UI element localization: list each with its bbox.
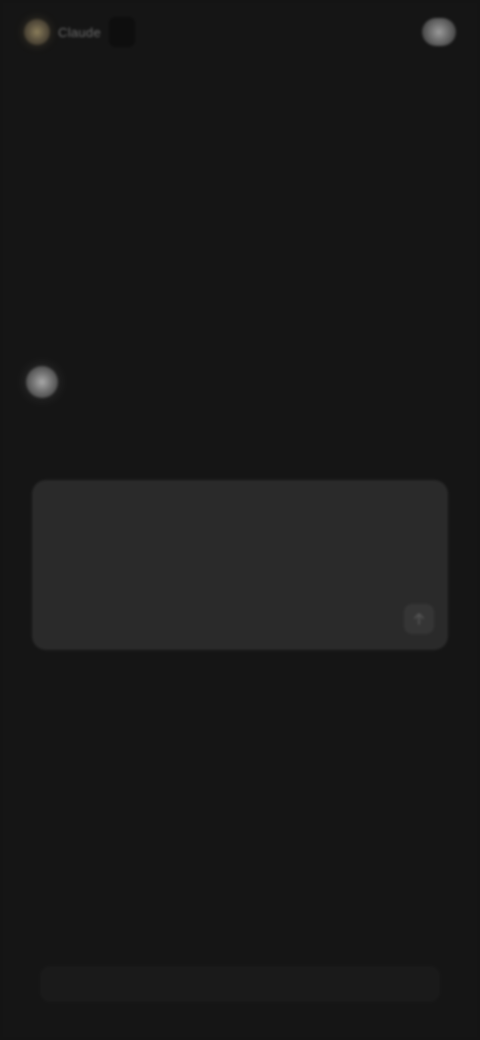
logo-icon — [24, 19, 50, 45]
top-actions — [412, 18, 456, 46]
send-button[interactable] — [404, 604, 434, 634]
message-composer[interactable] — [32, 480, 448, 650]
subheader — [44, 88, 84, 100]
top-bar: Claude — [24, 12, 456, 52]
model-selector[interactable] — [109, 17, 135, 47]
app-screen: Claude — [0, 0, 480, 1040]
brand[interactable]: Claude — [24, 12, 135, 52]
brand-name: Claude — [58, 24, 101, 40]
user-avatar-icon[interactable] — [422, 18, 456, 46]
arrow-up-icon — [414, 613, 424, 625]
logo-spark-icon — [26, 366, 58, 398]
footer-disclaimer — [40, 966, 440, 1002]
message-input[interactable] — [48, 500, 372, 518]
